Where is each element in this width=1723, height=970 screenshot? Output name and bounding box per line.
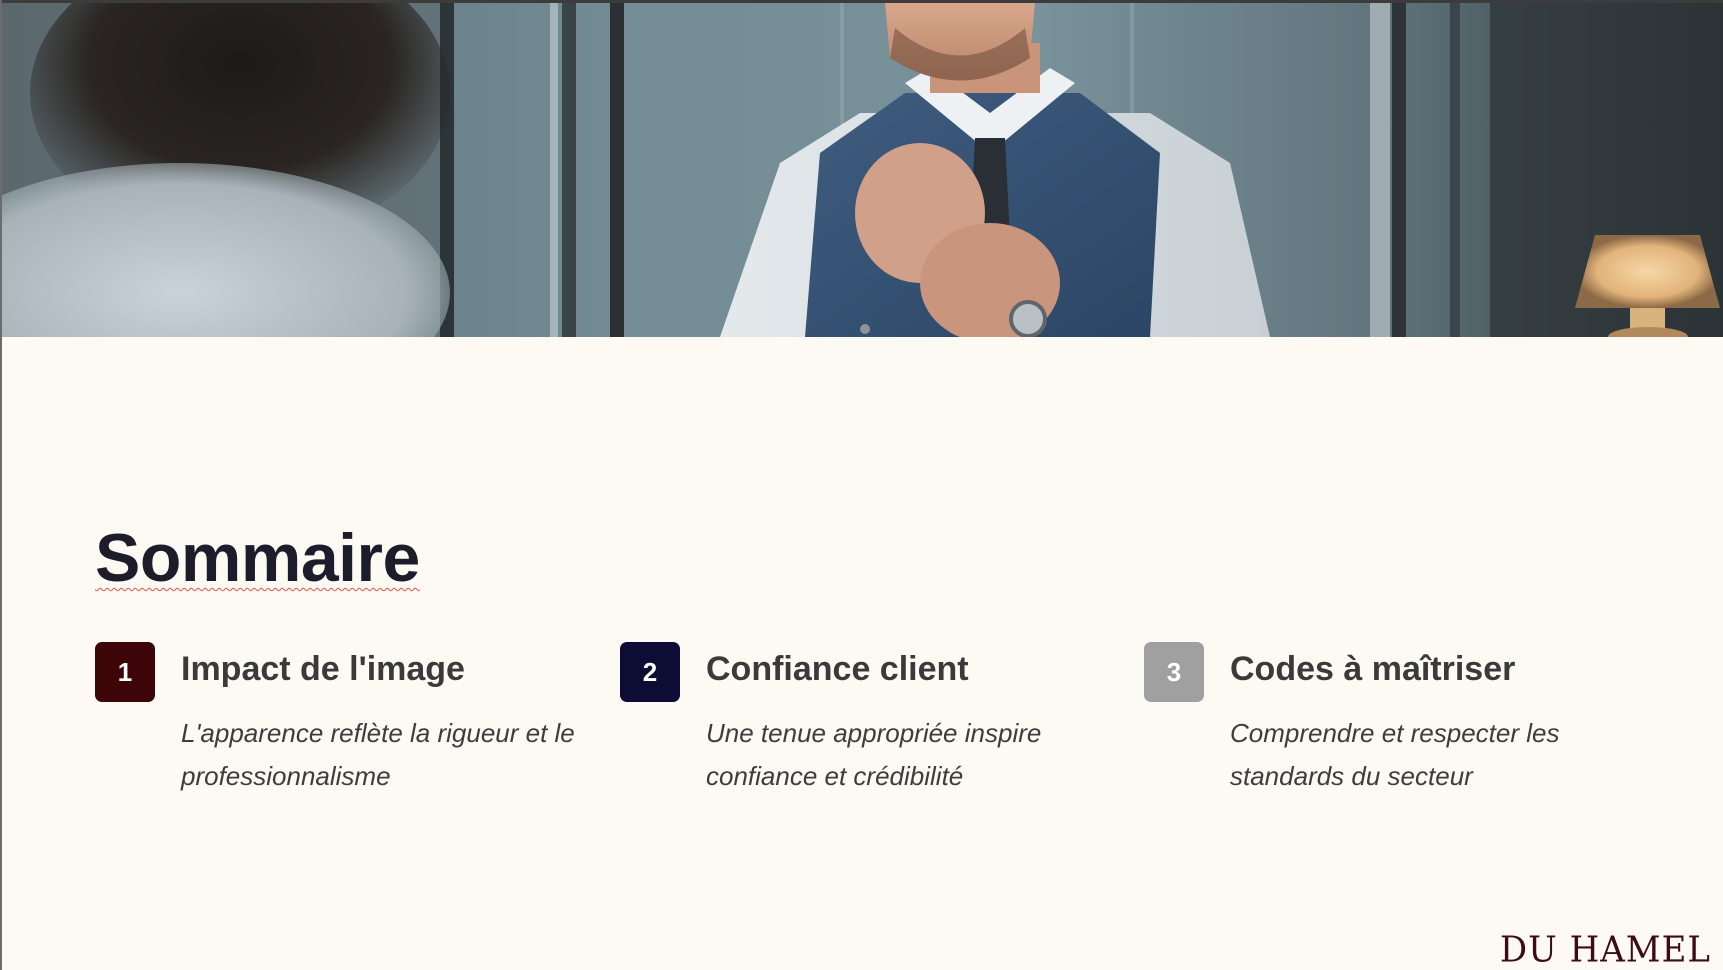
top-border <box>0 0 1723 3</box>
item-title-3: Codes à maîtriser <box>1230 650 1516 688</box>
item-title-2: Confiance client <box>706 650 969 688</box>
slide: Sommaire 1 Impact de l'image L'apparence… <box>0 0 1723 970</box>
item-description-2: Une tenue appropriée inspire confiance e… <box>706 718 1042 791</box>
summary-item-1: 1 Impact de l'image L'apparence reflète … <box>95 642 575 802</box>
left-border <box>0 0 2 970</box>
item-description-3: Comprendre et respecter les standards du… <box>1230 718 1560 791</box>
hero-image <box>0 3 1723 337</box>
summary-item-3: 3 Codes à maîtriser Comprendre et respec… <box>1144 642 1624 802</box>
brand-logo: DU HAMEL <box>1499 929 1711 970</box>
page-title: Sommaire <box>95 520 420 596</box>
number-badge-1: 1 <box>95 642 155 702</box>
number-badge-2: 2 <box>620 642 680 702</box>
summary-item-2: 2 Confiance client Une tenue appropriée … <box>620 642 1100 802</box>
item-title-1: Impact de l'image <box>181 650 465 688</box>
item-description-1: L'apparence reflète la rigueur et le pro… <box>181 718 575 791</box>
number-badge-3: 3 <box>1144 642 1204 702</box>
